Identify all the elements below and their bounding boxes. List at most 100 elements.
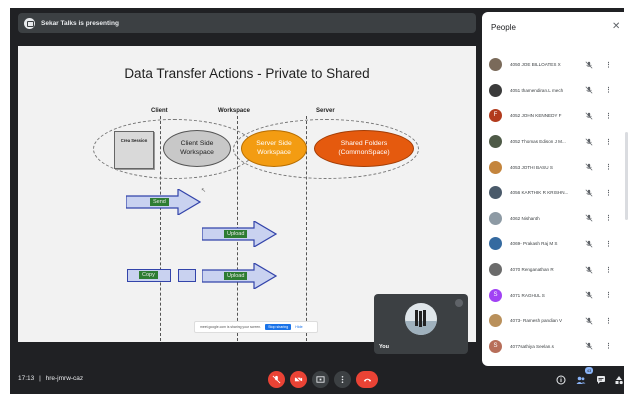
self-label: You: [379, 344, 389, 350]
mic-off-icon[interactable]: [585, 138, 593, 146]
create-session-label: Crea Session: [120, 138, 148, 143]
participant-name: 4070 Renganathan R: [510, 267, 554, 273]
participant-avatar: [489, 160, 502, 174]
info-separator: |: [39, 375, 41, 382]
participant-row[interactable]: 4053 JOTHI BASU S ⋮: [482, 154, 630, 180]
call-end-icon: [363, 378, 371, 382]
participant-count-badge: 43: [585, 367, 593, 374]
participant-avatar: [489, 135, 502, 149]
meeting-info: 17:13 | hre-jmrw-caz: [18, 375, 83, 382]
mic-off-icon[interactable]: [585, 163, 593, 171]
participant-name: 4056 KARTHIK R KRISHN...: [510, 190, 569, 196]
more-vert-icon[interactable]: ⋮: [605, 214, 612, 222]
participant-avatar: S: [489, 339, 502, 353]
mic-off-icon: [272, 375, 281, 384]
participant-row[interactable]: 4050 JOE BILLOATES X ⋮: [482, 52, 630, 78]
more-vert-icon[interactable]: ⋮: [605, 342, 612, 350]
column-label-client: Client: [151, 108, 168, 114]
more-vert-icon[interactable]: ⋮: [605, 61, 612, 69]
participant-avatar: [489, 83, 502, 97]
camera-toggle-button[interactable]: [290, 371, 307, 388]
column-label-server: Server: [316, 108, 335, 114]
participant-row[interactable]: F 4052 JOHN KENNEDY F ⋮: [482, 103, 630, 129]
activities-icon[interactable]: [614, 375, 624, 385]
leave-call-button[interactable]: [356, 371, 378, 388]
more-options-button[interactable]: [334, 371, 351, 388]
mic-off-icon[interactable]: [585, 61, 593, 69]
participant-row[interactable]: 4052 Thomas Edison J M... ⋮: [482, 129, 630, 155]
participant-name: 4053 JOTHI BASU S: [510, 164, 553, 170]
more-vert-icon[interactable]: ⋮: [605, 189, 612, 197]
participant-avatar: [489, 58, 502, 72]
more-vert-icon: [341, 375, 344, 384]
more-vert-icon[interactable]: ⋮: [605, 291, 612, 299]
close-icon[interactable]: ✕: [612, 21, 620, 32]
more-vert-icon[interactable]: ⋮: [605, 240, 612, 248]
participant-name: 4071 RAGHUL S: [510, 292, 545, 298]
copy-tag: Copy: [139, 271, 158, 279]
participant-row[interactable]: 4051 thamendiran.L mech ⋮: [482, 78, 630, 104]
present-screen-icon: [316, 376, 325, 383]
meeting-details-icon[interactable]: [556, 375, 566, 385]
screen-share-bar: meet.google.com is sharing your screen. …: [194, 321, 318, 333]
participant-avatar: [489, 211, 502, 225]
participant-name: 4051 thamendiran.L mech: [510, 87, 564, 93]
more-vert-icon[interactable]: ⋮: [605, 317, 612, 325]
bottom-toolbar: 17:13 | hre-jmrw-caz 43: [10, 364, 624, 394]
participant-list: 4050 JOE BILLOATES X ⋮ 4051 thamendiran.L …: [482, 52, 630, 359]
participant-scrollbar[interactable]: [625, 132, 628, 220]
stop-sharing-button[interactable]: Stop sharing: [265, 324, 292, 330]
mic-off-icon[interactable]: [585, 291, 593, 299]
pointer-icon: ↖: [201, 188, 207, 194]
client-side-workspace: Client Side Workspace: [163, 130, 231, 167]
mic-off-icon[interactable]: [585, 240, 593, 248]
mic-off-icon[interactable]: [585, 112, 593, 120]
share-bar-text: meet.google.com is sharing your screen.: [200, 325, 262, 329]
mic-toggle-button[interactable]: [268, 371, 285, 388]
chat-icon[interactable]: [596, 375, 606, 385]
presenting-text: Sekar Talks is presenting: [41, 19, 119, 27]
participant-name: 4073- Ramesh pandian V: [510, 318, 563, 324]
participant-name: 4069- Prakash Raj M S: [510, 241, 558, 247]
people-icon[interactable]: [576, 375, 586, 385]
participant-avatar: [489, 263, 502, 277]
more-vert-icon[interactable]: ⋮: [605, 112, 612, 120]
hide-button[interactable]: Hide: [295, 325, 302, 329]
mic-off-icon[interactable]: [585, 317, 593, 325]
participant-name: 4077sathiya Seelan.s: [510, 343, 554, 349]
mic-off-icon[interactable]: [585, 86, 593, 94]
server-side-workspace: Server Side Workspace: [241, 130, 307, 167]
participant-row[interactable]: 4056 KARTHIK R KRISHN... ⋮: [482, 180, 630, 206]
self-avatar: [405, 303, 437, 335]
mic-off-icon[interactable]: [585, 342, 593, 350]
mic-off-icon[interactable]: [585, 189, 593, 197]
camera-off-icon: [294, 375, 303, 384]
participant-avatar: S: [489, 288, 502, 302]
upload-tag-2: Upload: [224, 272, 248, 280]
participant-name: 4052 Thomas Edison J M...: [510, 139, 566, 145]
column-label-workspace: Workspace: [218, 108, 250, 114]
participant-row[interactable]: S 4077sathiya Seelan.s ⋮: [482, 334, 630, 360]
participant-row[interactable]: 4069- Prakash Raj M S ⋮: [482, 231, 630, 257]
more-vert-icon[interactable]: ⋮: [605, 86, 612, 94]
participant-avatar: F: [489, 109, 502, 123]
more-vert-icon[interactable]: ⋮: [605, 266, 612, 274]
participant-avatar: [489, 237, 502, 251]
present-button[interactable]: [312, 371, 329, 388]
more-vert-icon[interactable]: ⋮: [605, 138, 612, 146]
mic-muted-icon: [455, 299, 463, 307]
mic-off-icon[interactable]: [585, 266, 593, 274]
small-step-box: [178, 269, 196, 282]
participant-row[interactable]: 4073- Ramesh pandian V ⋮: [482, 308, 630, 334]
participant-row[interactable]: S 4071 RAGHUL S ⋮: [482, 282, 630, 308]
upload-tag: Upload: [224, 230, 248, 238]
panel-title: People: [491, 23, 516, 32]
more-vert-icon[interactable]: ⋮: [605, 163, 612, 171]
self-video-tile[interactable]: You: [374, 294, 468, 354]
participant-row[interactable]: 4062 Nishanth ⋮: [482, 206, 630, 232]
present-icon: [24, 17, 35, 29]
presenting-banner: Sekar Talks is presenting: [18, 13, 476, 33]
participant-row[interactable]: 4070 Renganathan R ⋮: [482, 257, 630, 283]
send-tag: Send: [150, 198, 169, 206]
mic-off-icon[interactable]: [585, 214, 593, 222]
